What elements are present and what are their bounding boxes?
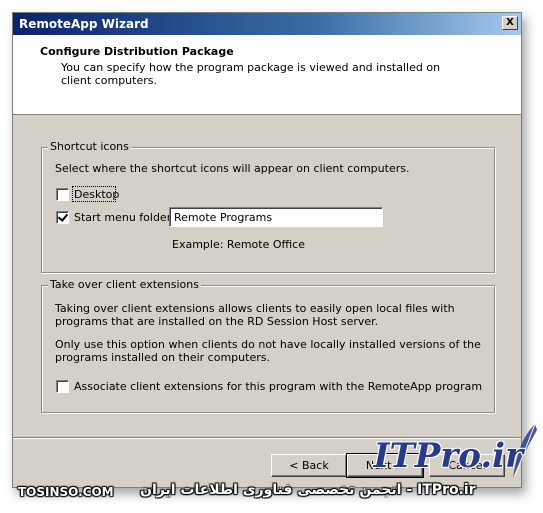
- itpro-caption-watermark: ITPro.ir - انجمن تخصصی فناوری اطلاعات ای…: [140, 482, 476, 498]
- start-menu-folder-input[interactable]: [169, 207, 383, 227]
- title-bar: RemoteApp Wizard X: [13, 13, 521, 35]
- shortcut-instruction: Select where the shortcut icons will app…: [55, 162, 410, 175]
- page-title: Configure Distribution Package: [40, 45, 234, 58]
- header-panel: Configure Distribution Package You can s…: [13, 35, 521, 115]
- start-menu-folder-checkbox[interactable]: [56, 211, 69, 224]
- client-extensions-group: Take over client extensions Taking over …: [41, 278, 495, 413]
- back-button[interactable]: < Back: [271, 454, 347, 477]
- client-extensions-group-label: Take over client extensions: [48, 278, 201, 291]
- start-menu-folder-label[interactable]: Start menu folder:: [74, 211, 175, 224]
- tosinso-watermark: TOSINSO.COM: [18, 485, 114, 499]
- close-icon[interactable]: X: [502, 16, 518, 30]
- window-title: RemoteApp Wizard: [19, 17, 149, 31]
- shortcut-icons-group: Shortcut icons Select where the shortcut…: [41, 140, 495, 273]
- extensions-paragraph-1: Taking over client extensions allows cli…: [55, 302, 455, 328]
- shortcut-icons-group-label: Shortcut icons: [48, 140, 131, 153]
- screenshot-stage: RemoteApp Wizard X Configure Distributio…: [0, 0, 543, 513]
- desktop-label[interactable]: Desktop: [74, 188, 119, 201]
- associate-extensions-checkbox[interactable]: [56, 380, 69, 393]
- wizard-window: RemoteApp Wizard X Configure Distributio…: [12, 12, 522, 488]
- extensions-paragraph-2: Only use this option when clients do not…: [55, 338, 481, 364]
- desktop-checkbox[interactable]: [56, 188, 69, 201]
- associate-extensions-label[interactable]: Associate client extensions for this pro…: [74, 380, 482, 393]
- example-text: Example: Remote Office: [172, 238, 305, 251]
- itpro-logo-watermark: ITPro.ir: [373, 436, 523, 476]
- page-description: You can specify how the program package …: [61, 61, 441, 87]
